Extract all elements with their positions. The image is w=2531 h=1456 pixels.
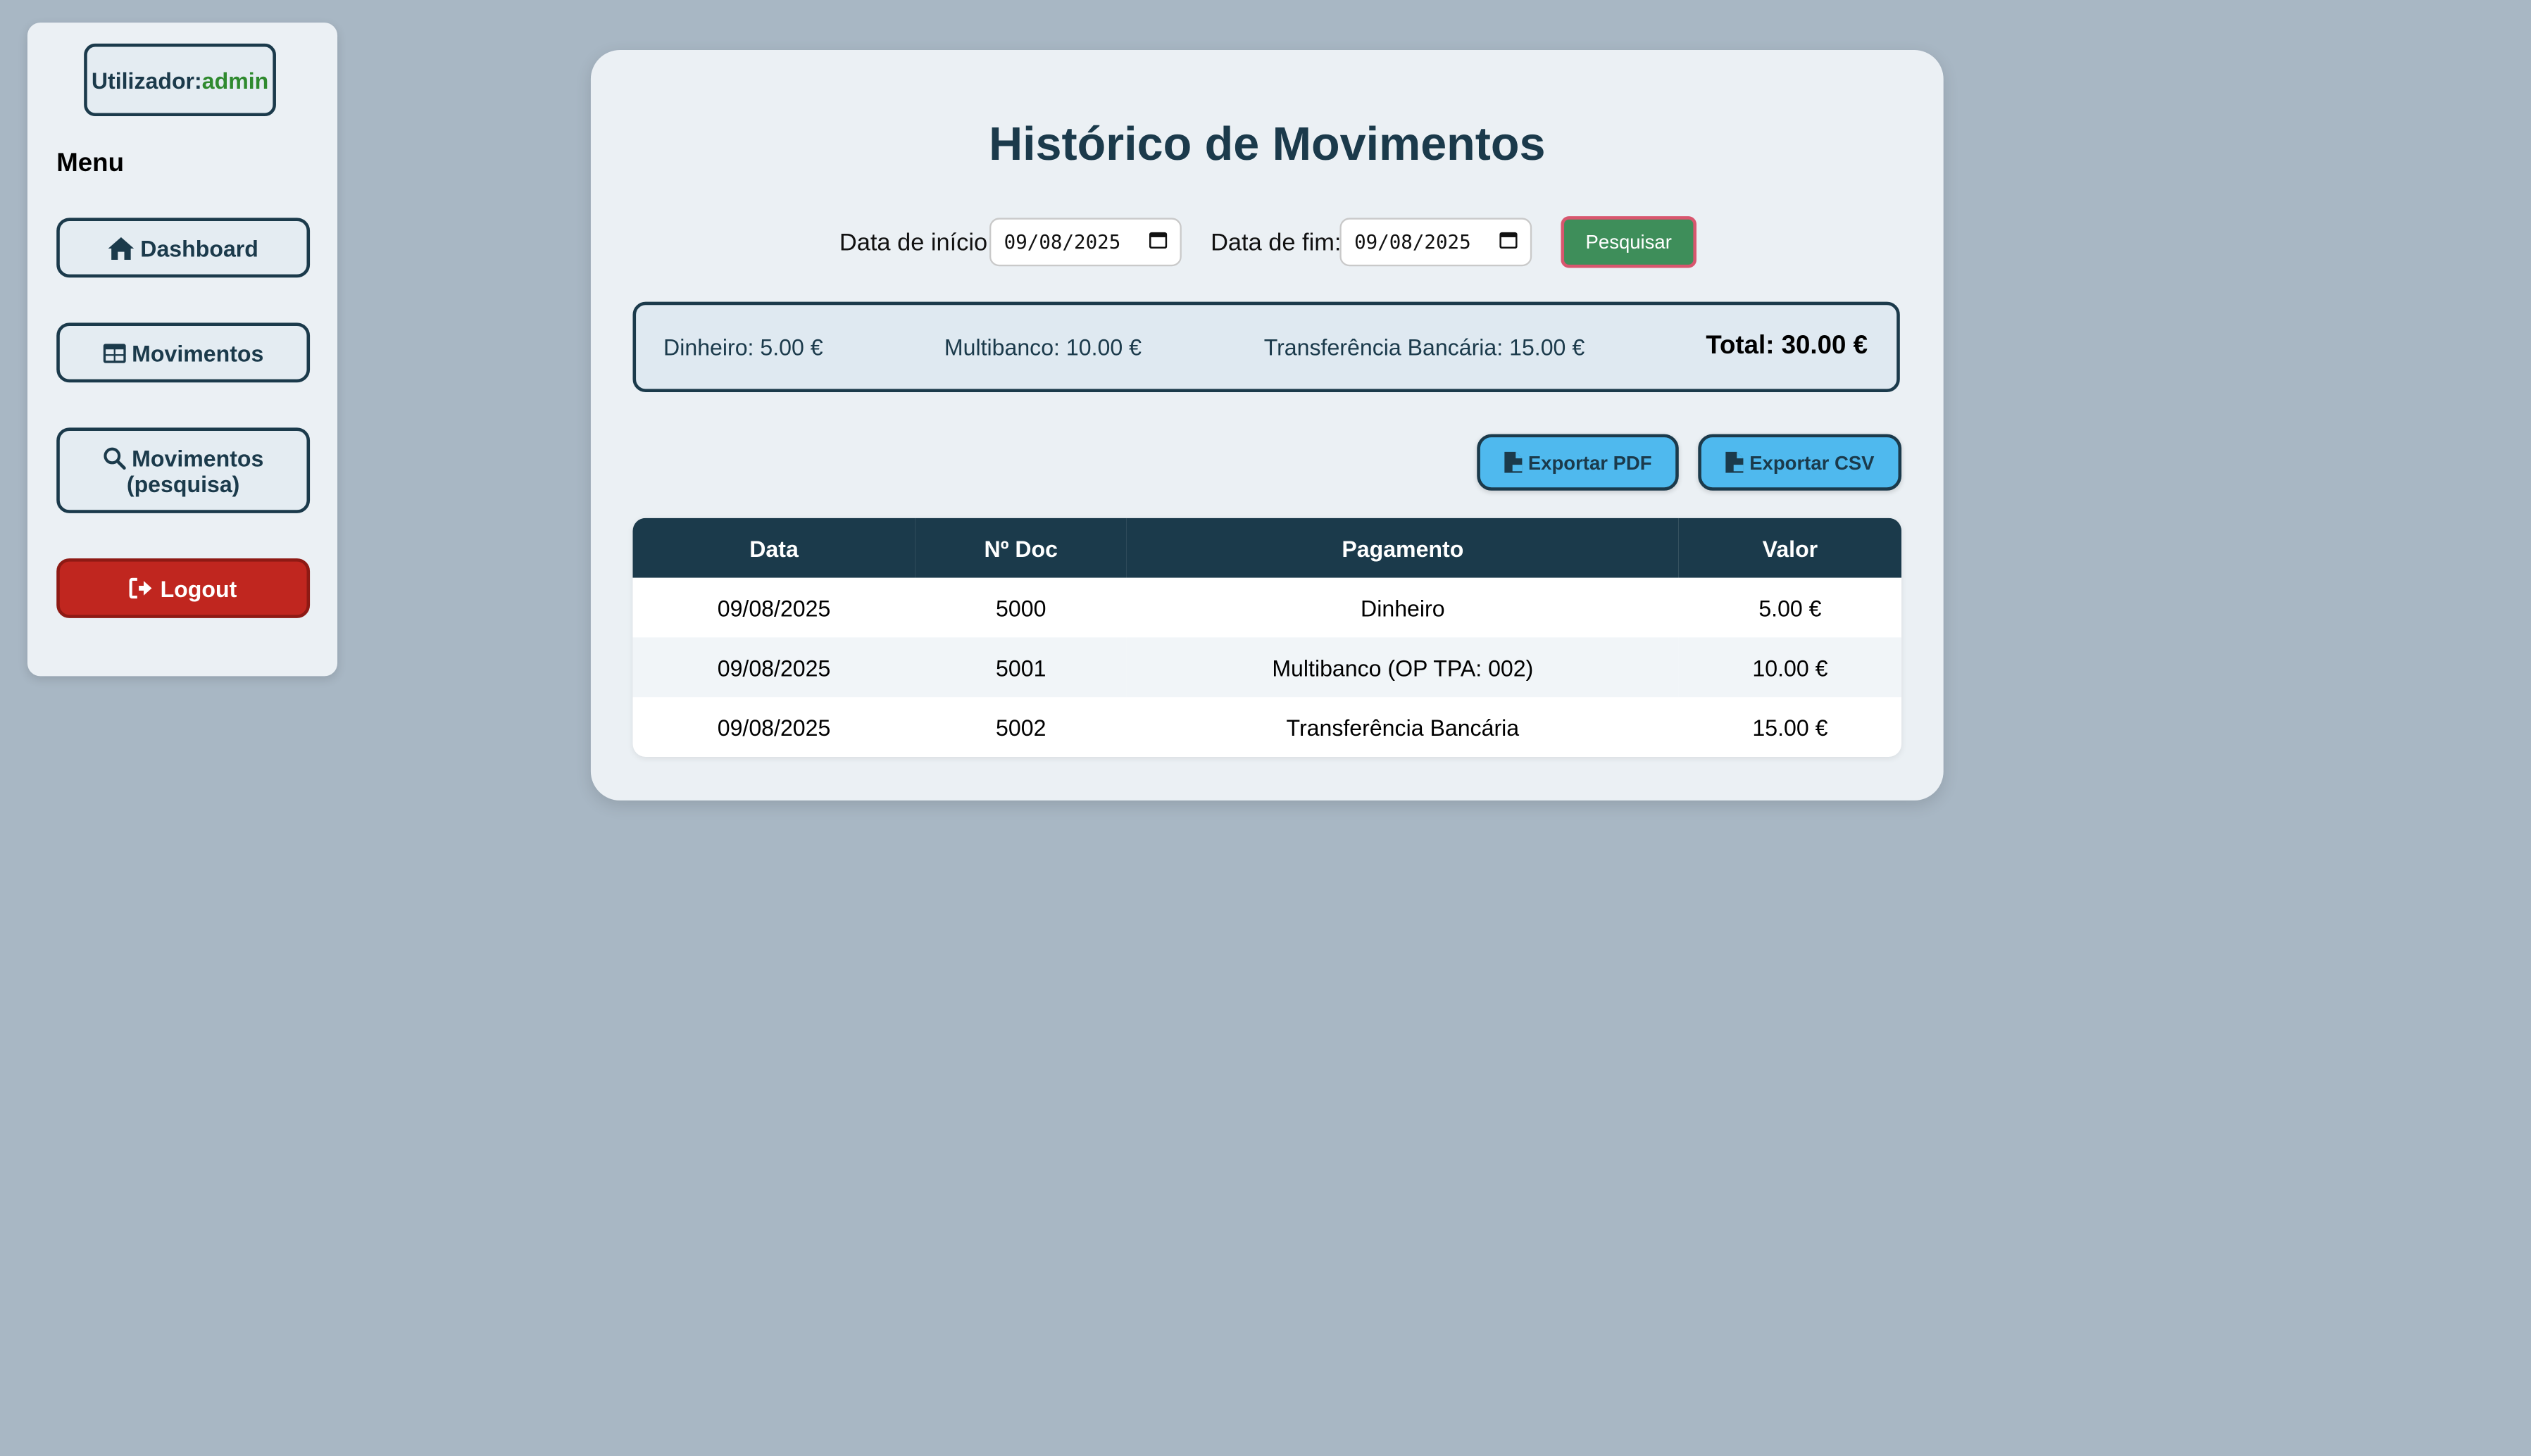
column-header-data: Data xyxy=(632,517,915,578)
cell-valor: 15.00 € xyxy=(1752,714,1828,740)
column-header-valor: Valor xyxy=(1678,517,1902,578)
menu-title: Menu xyxy=(56,150,124,178)
logout-label: Logout xyxy=(160,575,237,601)
calendar-icon[interactable] xyxy=(1499,231,1518,253)
cell-pagamento: Dinheiro xyxy=(1361,594,1445,621)
search-button[interactable]: Pesquisar xyxy=(1561,216,1696,268)
logout-button[interactable]: Logout xyxy=(56,558,311,618)
calendar-icon[interactable] xyxy=(1149,231,1168,253)
summary-total: Total: 30.00 € xyxy=(1706,332,1868,360)
table-icon xyxy=(102,343,125,363)
movimentos-pesquisa-label-line2: (pesquisa) xyxy=(126,470,240,496)
start-date-input[interactable]: 09/08/2025 xyxy=(989,218,1182,267)
file-csv-icon xyxy=(1725,451,1744,473)
dashboard-label: Dashboard xyxy=(140,234,258,261)
start-date-value: 09/08/2025 xyxy=(1004,230,1121,253)
user-name: admin xyxy=(201,67,269,93)
table-header-row: Data Nº Doc Pagamento Valor xyxy=(632,517,1902,578)
summary-multibanco: Multibanco: 10.00 € xyxy=(944,334,1142,360)
movimentos-button[interactable]: Movimentos xyxy=(56,322,311,383)
cell-ndoc: 5002 xyxy=(996,714,1046,740)
table-row: 09/08/2025 5002 Transferência Bancária 1… xyxy=(633,697,1902,757)
date-filter-row: Data de início: 09/08/2025 Data de fim: … xyxy=(591,216,1944,268)
cell-data: 09/08/2025 xyxy=(632,637,915,698)
page: Utilizador: admin Menu Dashboard Moviment… xyxy=(0,0,2531,1455)
cell-data: 09/08/2025 xyxy=(717,594,831,621)
end-date-input[interactable]: 09/08/2025 xyxy=(1339,218,1532,267)
end-date-value: 09/08/2025 xyxy=(1354,230,1471,253)
page-title: Histórico de Movimentos xyxy=(989,119,1546,171)
summary-dinheiro: Dinheiro: 5.00 € xyxy=(663,334,823,360)
summary-transferencia: Transferência Bancária: 15.00 € xyxy=(1263,334,1585,360)
user-badge: Utilizador: admin xyxy=(84,43,276,117)
home-icon xyxy=(108,236,135,259)
cell-ndoc: 5001 xyxy=(915,637,1127,698)
export-csv-label: Exportar CSV xyxy=(1749,451,1875,474)
start-date-label: Data de início: xyxy=(839,229,994,257)
column-header-pagamento: Pagamento xyxy=(1126,517,1679,578)
movimentos-pesquisa-button[interactable]: Movimentos (pesquisa) xyxy=(56,427,311,513)
movimentos-label: Movimentos xyxy=(132,339,264,366)
sidebar: Utilizador: admin Menu Dashboard Moviment… xyxy=(27,23,338,677)
column-header-ndoc: Nº Doc xyxy=(915,517,1127,578)
table-row: 09/08/2025 5000 Dinheiro 5.00 € xyxy=(633,578,1902,638)
export-pdf-label: Exportar PDF xyxy=(1527,451,1652,474)
export-pdf-button[interactable]: Exportar PDF xyxy=(1477,434,1679,491)
end-date-label: Data de fim: xyxy=(1211,229,1342,257)
cell-data: 09/08/2025 xyxy=(717,714,831,740)
payment-summary: Dinheiro: 5.00 € Multibanco: 10.00 € Tra… xyxy=(632,301,1900,392)
dashboard-button[interactable]: Dashboard xyxy=(56,218,311,278)
movimentos-pesquisa-label-line1: Movimentos xyxy=(132,444,264,471)
movements-table: Data Nº Doc Pagamento Valor 09/08/2025 5… xyxy=(632,517,1902,757)
cell-valor: 5.00 € xyxy=(1758,594,1822,621)
search-icon xyxy=(103,446,125,469)
cell-pagamento: Multibanco (OP TPA: 002) xyxy=(1126,637,1679,698)
user-label: Utilizador: xyxy=(91,67,202,93)
cell-pagamento: Transferência Bancária xyxy=(1286,714,1520,740)
table-row: 09/08/2025 5001 Multibanco (OP TPA: 002)… xyxy=(632,637,1902,698)
export-csv-button[interactable]: Exportar CSV xyxy=(1698,434,1902,491)
cell-valor: 10.00 € xyxy=(1678,637,1902,698)
file-pdf-icon xyxy=(1504,451,1522,473)
logout-icon xyxy=(130,577,154,599)
cell-ndoc: 5000 xyxy=(996,594,1046,621)
main-card: Histórico de Movimentos Data de início: … xyxy=(590,50,1944,801)
